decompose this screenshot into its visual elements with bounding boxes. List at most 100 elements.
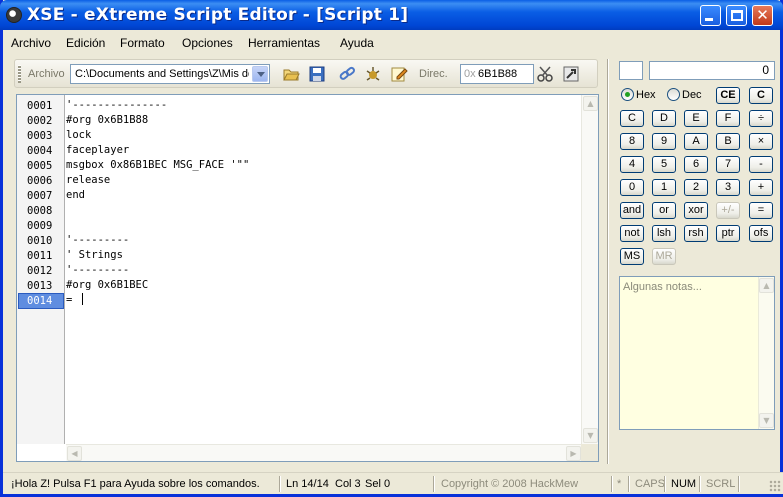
calc-key-1[interactable]: 1 — [652, 179, 676, 196]
calc-key-ptr[interactable]: ptr — [716, 225, 740, 242]
line-number: 0004 — [27, 145, 53, 157]
line-number: 0003 — [27, 130, 53, 142]
scroll-right-button[interactable]: ▶ — [566, 446, 581, 461]
dec-radio-label[interactable]: Dec — [682, 89, 702, 101]
calc-key-4[interactable]: 4 — [620, 156, 644, 173]
maximize-button[interactable] — [726, 5, 747, 26]
calc-key-multiply[interactable]: × — [749, 133, 773, 150]
calc-key-plus[interactable]: + — [749, 179, 773, 196]
app-icon[interactable] — [6, 7, 22, 23]
status-separator — [738, 476, 740, 492]
calc-key-ms[interactable]: MS — [620, 248, 644, 265]
calc-key-9[interactable]: 9 — [652, 133, 676, 150]
menu-ayuda[interactable]: Ayuda — [340, 36, 374, 50]
status-separator — [433, 476, 435, 492]
code-line: msgbox 0x86B1BEC MSG_FACE '"" — [66, 159, 250, 171]
address-label: Direc. — [419, 68, 448, 80]
horizontal-scrollbar[interactable]: ◀ ▶ — [66, 444, 582, 461]
calc-key-rsh[interactable]: rsh — [684, 225, 708, 242]
calc-key-and[interactable]: and — [620, 202, 644, 219]
hex-radio[interactable] — [621, 88, 634, 101]
menu-edicion[interactable]: Edición — [66, 36, 105, 50]
calc-key-2[interactable]: 2 — [684, 179, 708, 196]
edit-icon[interactable] — [390, 65, 408, 83]
menu-archivo[interactable]: Archivo — [11, 36, 51, 50]
status-help-text: ¡Hola Z! Pulsa F1 para Ayuda sobre los c… — [11, 478, 260, 490]
calc-key-equals[interactable]: = — [749, 202, 773, 219]
chevron-left-icon: ◀ — [71, 449, 78, 458]
link-icon[interactable] — [338, 65, 356, 83]
notes-textarea[interactable]: Algunas notas... ▲ ▼ — [619, 276, 775, 430]
chevron-up-icon: ▲ — [763, 281, 770, 290]
calc-key-0[interactable]: 0 — [620, 179, 644, 196]
scroll-left-button[interactable]: ◀ — [67, 446, 82, 461]
menu-herramientas[interactable]: Herramientas — [248, 36, 320, 50]
menu-formato[interactable]: Formato — [120, 36, 165, 50]
calc-key-b[interactable]: B — [716, 133, 740, 150]
line-number: 0007 — [27, 190, 53, 202]
calc-key-ofs[interactable]: ofs — [749, 225, 773, 242]
calc-key-8[interactable]: 8 — [620, 133, 644, 150]
calc-key-mr[interactable]: MR — [652, 248, 676, 265]
status-separator — [611, 476, 613, 492]
calc-key-e[interactable]: E — [684, 110, 708, 127]
calc-key-negate[interactable]: +/- — [716, 202, 740, 219]
calc-key-d[interactable]: D — [652, 110, 676, 127]
notes-scroll-down-button[interactable]: ▼ — [759, 413, 774, 428]
calc-key-3[interactable]: 3 — [716, 179, 740, 196]
vertical-scrollbar[interactable]: ▲ ▼ — [581, 95, 598, 444]
calc-key-7[interactable]: 7 — [716, 156, 740, 173]
hex-radio-label[interactable]: Hex — [636, 89, 656, 101]
calc-key-lsh[interactable]: lsh — [652, 225, 676, 242]
dec-radio[interactable] — [667, 88, 680, 101]
cut-icon[interactable] — [536, 65, 554, 83]
calc-ce-button[interactable]: CE — [716, 87, 740, 104]
calc-key-or[interactable]: or — [652, 202, 676, 219]
resize-grip[interactable] — [769, 480, 781, 492]
notes-scroll-up-button[interactable]: ▲ — [759, 278, 774, 293]
calc-key-f[interactable]: F — [716, 110, 740, 127]
line-number: 0010 — [27, 235, 53, 247]
panel-splitter[interactable] — [607, 59, 609, 464]
compile-icon[interactable] — [364, 65, 382, 83]
status-modified: * — [617, 478, 622, 490]
code-line: '--------- — [66, 234, 130, 246]
close-icon: ✕ — [756, 6, 769, 24]
status-sel: Sel 0 — [365, 478, 391, 490]
menu-bar: Archivo Edición Formato Opciones Herrami… — [3, 33, 783, 53]
code-editor[interactable]: 0001 0002 0003 0004 0005 0006 0007 0008 … — [16, 94, 599, 462]
window-title: XSE - eXtreme Script Editor - [Script 1] — [27, 5, 409, 25]
status-scrl: SCRL — [706, 478, 736, 490]
calc-key-a[interactable]: A — [684, 133, 708, 150]
status-copyright: Copyright © 2008 HackMew — [441, 478, 579, 490]
calc-key-not[interactable]: not — [620, 225, 644, 242]
file-path-value: C:\Documents and Settings\Z\Mis document… — [75, 68, 249, 80]
code-line: ' Strings — [66, 249, 123, 261]
line-number: 0012 — [27, 265, 53, 277]
calc-key-minus[interactable]: - — [749, 156, 773, 173]
status-caps: CAPS — [635, 478, 665, 490]
calc-display[interactable]: 0 — [649, 61, 775, 80]
tool-icon[interactable] — [562, 65, 580, 83]
scroll-down-button[interactable]: ▼ — [583, 428, 598, 443]
title-bar[interactable]: XSE - eXtreme Script Editor - [Script 1]… — [0, 0, 783, 30]
scroll-up-button[interactable]: ▲ — [583, 96, 598, 111]
open-icon[interactable] — [282, 65, 300, 83]
calc-key-6[interactable]: 6 — [684, 156, 708, 173]
calc-key-xor[interactable]: xor — [684, 202, 708, 219]
save-icon[interactable] — [308, 65, 326, 83]
calc-key-5[interactable]: 5 — [652, 156, 676, 173]
chevron-down-icon[interactable] — [252, 66, 268, 82]
calc-key-divide[interactable]: ÷ — [749, 110, 773, 127]
close-button[interactable]: ✕ — [752, 5, 773, 26]
toolbar-grip[interactable] — [18, 65, 21, 83]
notes-scrollbar[interactable]: ▲ ▼ — [758, 277, 774, 429]
status-separator — [628, 476, 630, 492]
file-path-combo[interactable]: C:\Documents and Settings\Z\Mis document… — [70, 64, 270, 84]
menu-opciones[interactable]: Opciones — [182, 36, 233, 50]
calc-c-button[interactable]: C — [749, 87, 773, 104]
calc-key-c[interactable]: C — [620, 110, 644, 127]
minimize-button[interactable] — [700, 5, 721, 26]
address-input[interactable]: 0x 6B1B88 — [460, 64, 534, 84]
